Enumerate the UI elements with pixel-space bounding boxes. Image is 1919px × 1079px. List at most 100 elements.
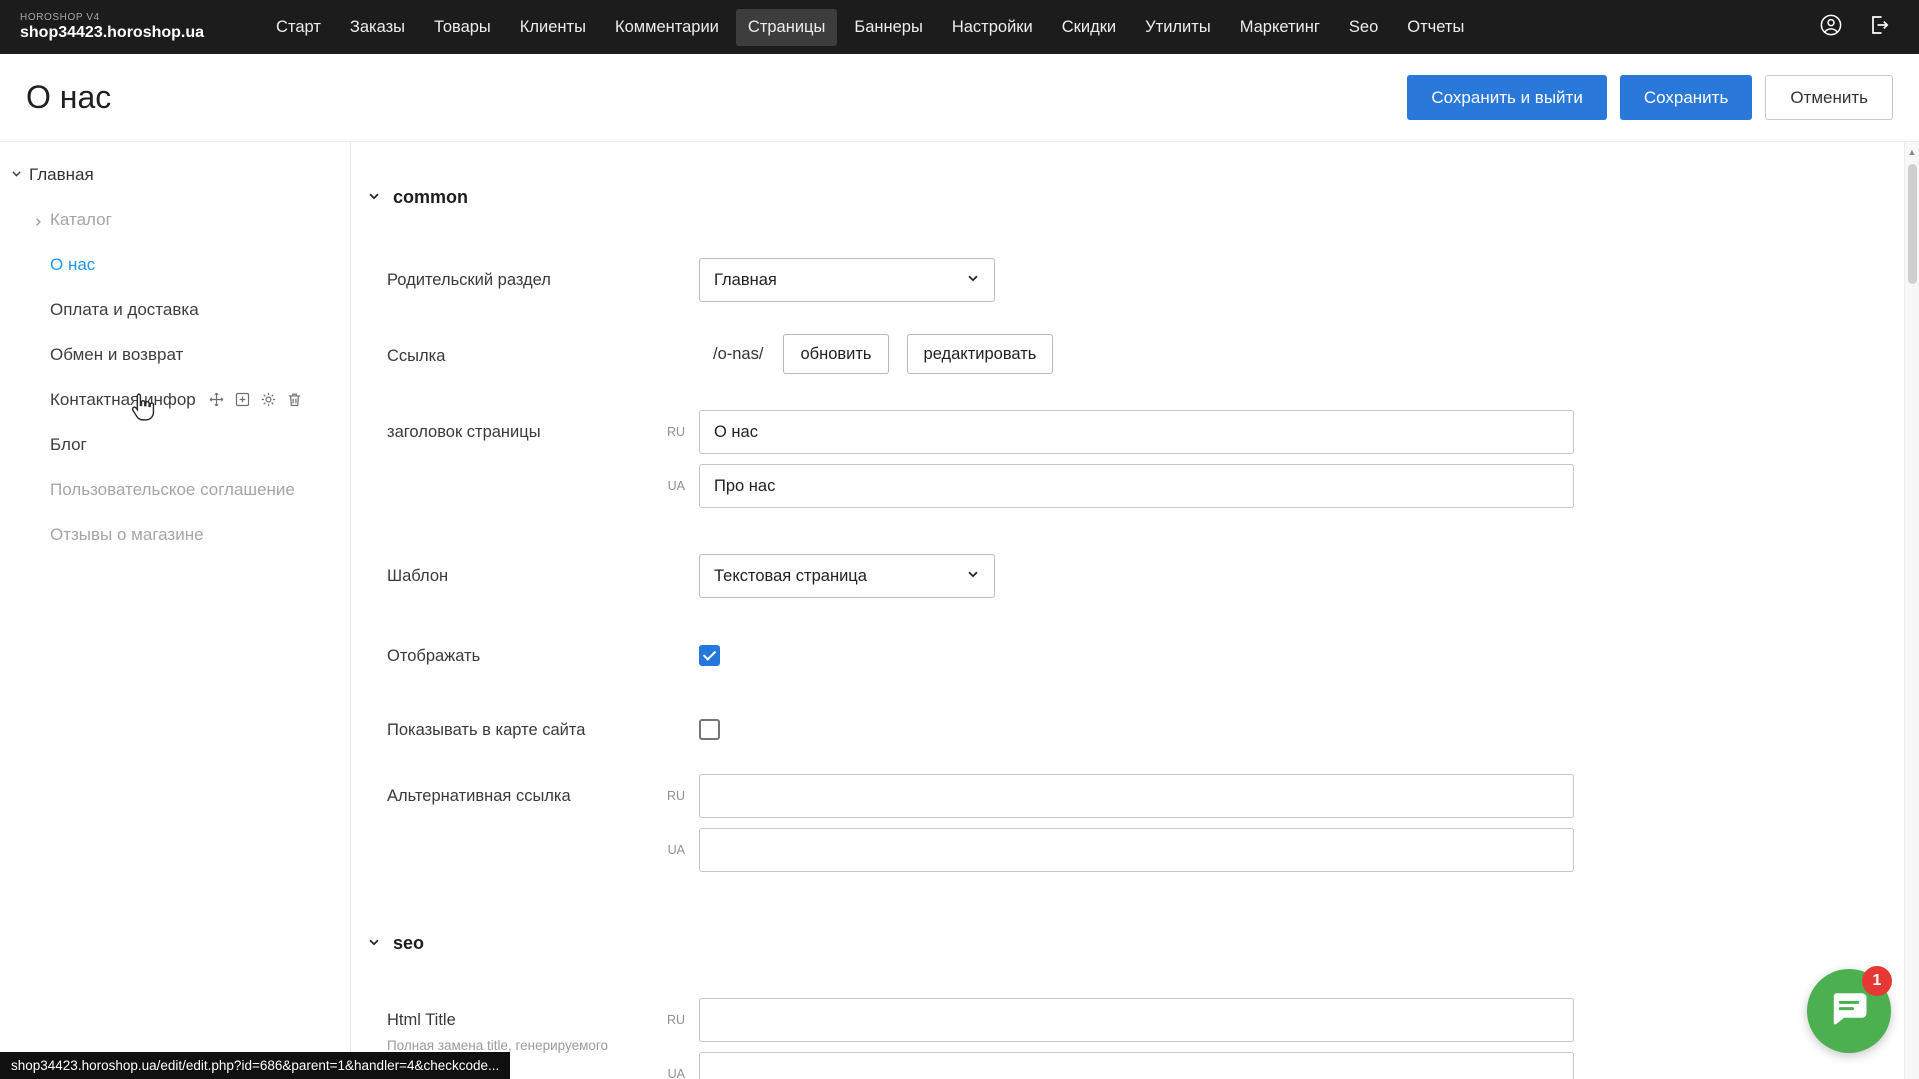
scroll-up-arrow[interactable]: ▲ — [1905, 142, 1919, 157]
nav-item-seo[interactable]: Seo — [1337, 9, 1390, 46]
nav-item-pages[interactable]: Страницы — [736, 9, 837, 46]
content-area: Главная Каталог О нас Оплата и доставка … — [0, 142, 1919, 1079]
save-and-exit-button[interactable]: Сохранить и выйти — [1407, 75, 1606, 120]
nav-item-comments[interactable]: Комментарии — [603, 9, 731, 46]
chevron-down-icon — [367, 933, 381, 954]
add-page-icon[interactable] — [234, 391, 251, 408]
person-icon — [1819, 13, 1843, 42]
brand[interactable]: HOROSHOP V4 shop34423.horoshop.ua — [20, 12, 204, 42]
nav-item-utilities[interactable]: Утилиты — [1133, 9, 1223, 46]
settings-gear-icon[interactable] — [260, 391, 277, 408]
sidebar-item-kontaktnaya-informatsiya[interactable]: Контактная инфор — [0, 377, 350, 422]
sidebar-item-oplata-i-dostavka[interactable]: Оплата и доставка — [0, 287, 350, 332]
lang-tag-ua: UA — [653, 464, 699, 508]
chevron-down-icon — [966, 271, 980, 290]
link-row: Ссылка /o-nas/ обновить редактировать — [367, 334, 1919, 378]
template-select[interactable]: Текстовая страница — [699, 554, 995, 598]
html-title-label: Html Title — [387, 1009, 653, 1031]
html-title-ua-input[interactable] — [699, 1052, 1574, 1079]
page-title-label: заголовок страницы — [387, 410, 653, 454]
brand-version: HOROSHOP V4 — [20, 12, 204, 24]
alt-link-label: Альтернативная ссылка — [387, 774, 653, 818]
nav-item-banners[interactable]: Баннеры — [842, 9, 934, 46]
lang-tag-ua: UA — [653, 828, 699, 872]
chevron-right-icon[interactable] — [32, 213, 44, 233]
lang-tag-ua: UA — [653, 1052, 699, 1079]
chevron-down-icon[interactable] — [10, 165, 23, 185]
display-label: Отображать — [387, 634, 653, 678]
sidebar-item-polzovatelskoe-soglashenie[interactable]: Пользовательское соглашение — [0, 467, 350, 512]
display-checkbox[interactable] — [699, 645, 720, 666]
sidebar-item-label: Блог — [50, 435, 87, 455]
nav-item-orders[interactable]: Заказы — [338, 9, 417, 46]
sidebar-item-katalog[interactable]: Каталог — [0, 197, 350, 242]
template-selected-value: Текстовая страница — [714, 567, 867, 586]
section-seo-toggle[interactable]: seo — [367, 930, 1919, 956]
sidebar-root-label: Главная — [29, 165, 94, 185]
sitemap-checkbox[interactable] — [699, 719, 720, 740]
topnav-right-actions — [1819, 13, 1899, 42]
nav-item-discounts[interactable]: Скидки — [1050, 9, 1128, 46]
parent-section-select[interactable]: Главная — [699, 258, 995, 302]
chat-bubble-icon — [1827, 988, 1871, 1035]
pages-tree-sidebar: Главная Каталог О нас Оплата и доставка … — [0, 142, 351, 1079]
html-title-ru-input[interactable] — [699, 998, 1574, 1042]
logout-icon — [1867, 13, 1891, 42]
refresh-link-button[interactable]: обновить — [783, 334, 888, 374]
template-label: Шаблон — [387, 554, 653, 598]
parent-section-selected-value: Главная — [714, 271, 777, 290]
nav-item-reports[interactable]: Отчеты — [1395, 9, 1476, 46]
delete-trash-icon[interactable] — [286, 391, 303, 408]
lang-tag-ru: RU — [653, 998, 699, 1042]
page-edit-form: common Родительский раздел Главная Ссылк… — [351, 142, 1919, 1079]
page-title-row: заголовок страницы RU UA — [367, 410, 1919, 508]
section-seo-label: seo — [393, 933, 424, 954]
main-menu: Старт Заказы Товары Клиенты Комментарии … — [264, 9, 1476, 46]
logout-button[interactable] — [1867, 13, 1891, 42]
status-url-bar: shop34423.horoshop.ua/edit/edit.php?id=6… — [0, 1052, 510, 1079]
sidebar-item-otzyvy-o-magazine[interactable]: Отзывы о магазине — [0, 512, 350, 557]
html-title-label-block: Html Title Полная замена title, генериру… — [387, 998, 653, 1057]
alt-link-row: Альтернативная ссылка RU UA — [367, 774, 1919, 872]
section-common-toggle[interactable]: common — [367, 184, 1919, 210]
html-title-row: Html Title Полная замена title, генериру… — [367, 998, 1919, 1079]
nav-item-settings[interactable]: Настройки — [940, 9, 1045, 46]
sidebar-item-glavnaya[interactable]: Главная — [0, 152, 350, 197]
parent-section-label: Родительский раздел — [387, 258, 653, 302]
move-icon[interactable] — [208, 391, 225, 408]
top-navigation-bar: HOROSHOP V4 shop34423.horoshop.ua Старт … — [0, 0, 1919, 54]
edit-link-button[interactable]: редактировать — [907, 334, 1054, 374]
header-actions: Сохранить и выйти Сохранить Отменить — [1407, 75, 1893, 120]
page-title-ua-input[interactable] — [699, 464, 1574, 508]
scrollbar-thumb[interactable] — [1908, 164, 1917, 284]
sitemap-label: Показывать в карте сайта — [387, 708, 653, 752]
chat-widget-button[interactable]: 1 — [1807, 969, 1891, 1053]
nav-item-start[interactable]: Старт — [264, 9, 333, 46]
account-button[interactable] — [1819, 13, 1843, 42]
sidebar-item-label: Обмен и возврат — [50, 345, 183, 365]
alt-link-ua-input[interactable] — [699, 828, 1574, 872]
lang-tag-ru: RU — [653, 410, 699, 454]
sidebar-item-blog[interactable]: Блог — [0, 422, 350, 467]
section-common-label: common — [393, 187, 468, 208]
cancel-button[interactable]: Отменить — [1765, 75, 1893, 120]
page-title-ru-input[interactable] — [699, 410, 1574, 454]
brand-domain: shop34423.horoshop.ua — [20, 24, 204, 42]
tree-item-hover-actions — [208, 391, 303, 408]
vertical-scrollbar[interactable]: ▲ — [1904, 142, 1919, 1079]
parent-section-row: Родительский раздел Главная — [367, 258, 1919, 302]
sidebar-item-o-nas[interactable]: О нас — [0, 242, 350, 287]
alt-link-ru-input[interactable] — [699, 774, 1574, 818]
nav-item-clients[interactable]: Клиенты — [508, 9, 598, 46]
sidebar-item-label: Отзывы о магазине — [50, 525, 204, 545]
sidebar-item-obmen-i-vozvrat[interactable]: Обмен и возврат — [0, 332, 350, 377]
nav-item-products[interactable]: Товары — [422, 9, 503, 46]
nav-item-marketing[interactable]: Маркетинг — [1228, 9, 1332, 46]
template-row: Шаблон Текстовая страница — [367, 554, 1919, 598]
sidebar-item-label: Контактная инфор — [50, 390, 196, 410]
save-button[interactable]: Сохранить — [1620, 75, 1752, 120]
display-row: Отображать — [367, 634, 1919, 678]
lang-tag-ru: RU — [653, 774, 699, 818]
page-header: О нас Сохранить и выйти Сохранить Отмени… — [0, 54, 1919, 142]
chevron-down-icon — [367, 187, 381, 208]
